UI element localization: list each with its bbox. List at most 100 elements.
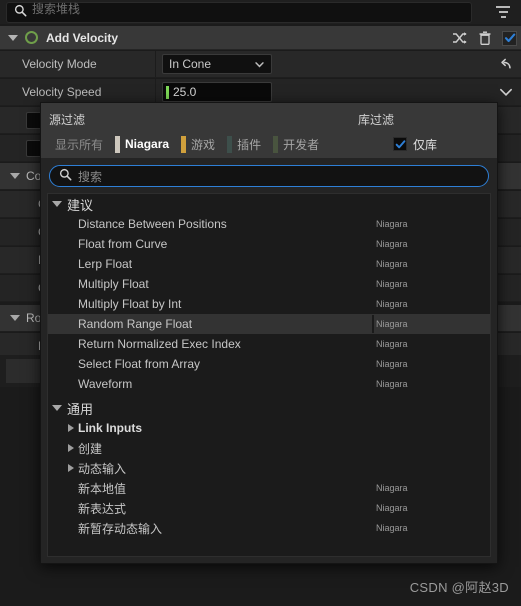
list-item-label: Multiply Float by Int — [78, 297, 182, 311]
list-item[interactable]: Multiply Float by Int Niagara — [48, 294, 490, 314]
velocity-mode-value: In Cone — [169, 57, 212, 71]
triangle-down-icon — [10, 315, 20, 321]
column-divider — [155, 51, 156, 77]
list-item[interactable]: Lerp Float Niagara — [48, 254, 490, 274]
list-item-dynamic-inputs[interactable]: 动态输入 — [48, 458, 490, 478]
dynamic-input-picker-popup: 源过滤 库过滤 显示所有 Niagara 游戏 插件 开发者 仅库 搜索 建议 … — [40, 102, 498, 564]
list-item-source: Niagara — [376, 483, 408, 493]
list-item[interactable]: 新表达式 Niagara — [48, 498, 490, 518]
list-item[interactable]: Distance Between Positions Niagara — [48, 214, 490, 234]
triangle-down-icon[interactable] — [8, 34, 18, 41]
list-item-source: Niagara — [376, 219, 408, 229]
list-item-label: Link Inputs — [78, 421, 142, 435]
color-swatch — [227, 135, 233, 153]
list-item-label: Select Float from Array — [78, 357, 201, 371]
check-icon — [395, 139, 405, 148]
group-header-general[interactable]: 通用 — [48, 398, 490, 418]
module-title: Add Velocity — [46, 30, 119, 45]
list-item-source: Niagara — [376, 339, 408, 349]
filter-chip-developer[interactable]: 开发者 — [273, 135, 325, 154]
list-item-create[interactable]: 创建 — [48, 438, 490, 458]
list-item-label: Random Range Float — [78, 317, 193, 331]
stack-search-input[interactable]: 搜索堆栈 — [6, 1, 472, 23]
popup-search-input[interactable]: 搜索 — [49, 165, 489, 187]
list-item-source: Niagara — [376, 259, 408, 269]
filter-chip-label: 开发者 — [283, 137, 320, 152]
list-item-label: 新本地值 — [78, 481, 127, 496]
property-row-velocity-mode: Velocity Mode In Cone — [0, 51, 521, 78]
module-header-actions — [452, 26, 517, 50]
list-item-label: Waveform — [78, 377, 133, 391]
group-title: 通用 — [67, 401, 94, 417]
list-item-source: Niagara — [376, 319, 408, 329]
list-item-source: Niagara — [376, 359, 408, 369]
chevron-down-icon — [255, 61, 264, 67]
list-item[interactable]: Select Float from Array Niagara — [48, 354, 490, 374]
list-item[interactable]: 新本地值 Niagara — [48, 478, 490, 498]
list-item-label: 新暂存动态输入 — [78, 521, 163, 536]
list-item-label: 新表达式 — [78, 501, 127, 516]
shuffle-icon[interactable] — [452, 30, 468, 46]
property-label: Velocity Mode — [22, 57, 97, 71]
triangle-right-icon[interactable] — [68, 424, 74, 432]
color-swatch — [181, 135, 187, 153]
velocity-speed-value: 25.0 — [173, 85, 197, 99]
list-item[interactable]: 新暂存动态输入 Niagara — [48, 518, 490, 538]
color-swatch — [115, 135, 121, 153]
list-item-selected[interactable]: Random Range Float Niagara — [48, 314, 490, 334]
suggestion-list[interactable]: 建议 Distance Between Positions Niagara Fl… — [47, 193, 491, 557]
filter-chip-game[interactable]: 游戏 — [181, 135, 221, 154]
search-icon — [59, 168, 72, 184]
triangle-right-icon[interactable] — [68, 444, 74, 452]
source-filter-chips: 显示所有 Niagara 游戏 插件 开发者 — [47, 134, 331, 154]
chevron-down-icon[interactable] — [499, 85, 513, 99]
property-label: Velocity Speed — [22, 85, 102, 99]
filter-chip-plugin[interactable]: 插件 — [227, 135, 267, 154]
list-item[interactable]: Waveform Niagara — [48, 374, 490, 394]
list-item-source: Niagara — [376, 379, 408, 389]
group-header-suggested[interactable]: 建议 — [48, 194, 490, 214]
checkbox-box — [393, 137, 407, 151]
background-button — [6, 359, 42, 383]
list-item[interactable]: Float from Curve Niagara — [48, 234, 490, 254]
list-item-label: 创建 — [78, 441, 103, 456]
list-item-source: Niagara — [376, 239, 408, 249]
filter-chip-label: 显示所有 — [55, 137, 104, 152]
source-filter-label: 源过滤 — [49, 113, 86, 127]
list-item-label: Return Normalized Exec Index — [78, 337, 241, 351]
list-item-label: Distance Between Positions — [78, 217, 227, 231]
module-header-add-velocity[interactable]: Add Velocity — [0, 26, 521, 50]
list-item-source: Niagara — [376, 299, 408, 309]
filter-zone: 源过滤 库过滤 显示所有 Niagara 游戏 插件 开发者 仅库 — [41, 103, 497, 158]
triangle-down-icon — [52, 201, 62, 207]
velocity-mode-dropdown[interactable]: In Cone — [162, 54, 272, 74]
undo-arrow-icon[interactable] — [497, 56, 513, 72]
library-only-label: 仅库 — [413, 137, 438, 152]
list-item[interactable]: Return Normalized Exec Index Niagara — [48, 334, 490, 354]
library-only-checkbox[interactable]: 仅库 — [393, 134, 437, 154]
triangle-right-icon[interactable] — [68, 464, 74, 472]
popup-search-placeholder: 搜索 — [78, 169, 103, 184]
watermark: CSDN @阿赵3D — [409, 580, 509, 595]
filter-chip-niagara[interactable]: Niagara — [115, 135, 175, 154]
list-item[interactable]: Multiply Float Niagara — [48, 274, 490, 294]
filter-chip-label: 游戏 — [191, 137, 216, 152]
filter-chip-label: Niagara — [125, 137, 170, 151]
property-reset-area — [497, 51, 513, 77]
list-item-source: Niagara — [376, 523, 408, 533]
list-item-source: Niagara — [376, 279, 408, 289]
list-item-label: Float from Curve — [78, 237, 168, 251]
velocity-speed-input[interactable]: 25.0 — [162, 82, 272, 102]
filter-chip-show-all[interactable]: 显示所有 — [47, 135, 109, 154]
top-toolbar: 搜索堆栈 — [0, 0, 521, 24]
stack-search-placeholder: 搜索堆栈 — [32, 2, 81, 16]
search-icon — [14, 4, 27, 20]
trash-icon[interactable] — [477, 30, 493, 46]
triangle-down-icon — [10, 173, 20, 179]
list-item-source: Niagara — [376, 503, 408, 513]
module-enabled-checkbox[interactable] — [502, 30, 517, 46]
hamburger-icon[interactable] — [493, 4, 513, 20]
triangle-down-icon — [52, 405, 62, 411]
list-item-link-inputs[interactable]: Link Inputs — [48, 418, 490, 438]
list-item-label: 动态输入 — [78, 461, 127, 476]
